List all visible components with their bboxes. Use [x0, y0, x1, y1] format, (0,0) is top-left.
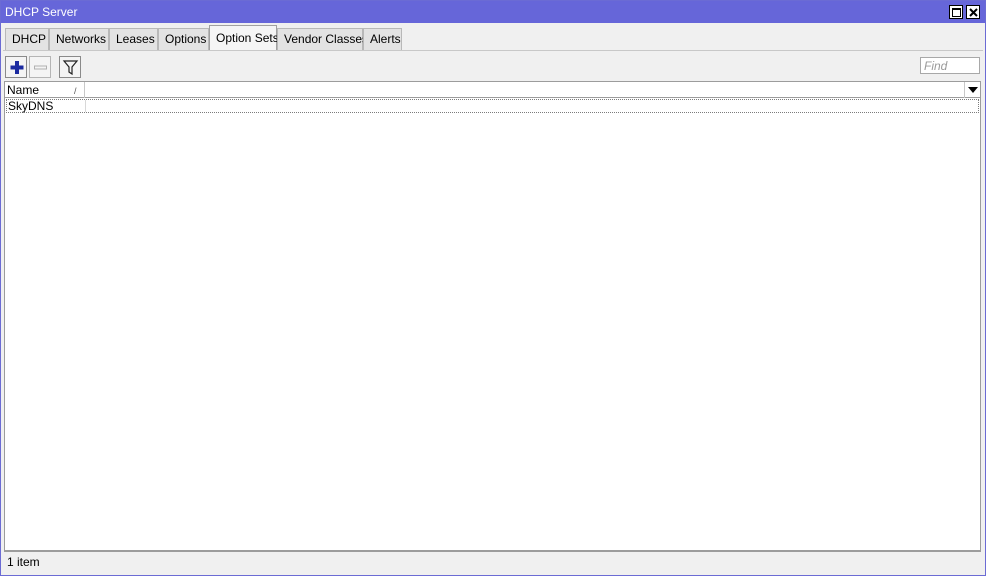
remove-button[interactable] — [29, 56, 51, 78]
table-header: Name / — [5, 82, 980, 98]
close-button[interactable] — [966, 5, 980, 19]
add-button[interactable] — [5, 56, 27, 78]
tab-dhcp[interactable]: DHCP — [5, 28, 49, 50]
close-icon — [969, 8, 978, 17]
tab-vendor-classes[interactable]: Vendor Classes — [277, 28, 368, 50]
minus-icon — [34, 65, 47, 70]
tab-networks[interactable]: Networks — [49, 28, 109, 50]
maximize-icon — [952, 8, 961, 17]
triangle-down-icon — [968, 87, 978, 93]
tab-option-sets[interactable]: Option Sets — [209, 25, 279, 50]
dhcp-server-window: DHCP Server DHCP Networks Leases Options… — [0, 0, 986, 576]
cell-name: SkyDNS — [7, 100, 86, 112]
filter-icon — [62, 60, 79, 76]
sort-ascending-icon: / — [74, 86, 77, 96]
item-count: 1 item — [7, 555, 40, 569]
table-row[interactable]: SkyDNS — [6, 99, 979, 113]
title-bar[interactable]: DHCP Server — [1, 1, 985, 23]
find-input[interactable] — [920, 57, 980, 74]
status-bar: 1 item — [4, 551, 981, 571]
tab-options[interactable]: Options — [158, 28, 209, 50]
window-title: DHCP Server — [5, 5, 78, 19]
plus-icon — [10, 61, 24, 74]
filter-button[interactable] — [59, 56, 81, 78]
column-header-label: Name — [7, 83, 40, 97]
tab-alerts[interactable]: Alerts — [363, 28, 402, 50]
maximize-button[interactable] — [949, 5, 963, 19]
column-menu-button[interactable] — [964, 82, 980, 98]
option-sets-table: Name / SkyDNS — [4, 81, 981, 551]
column-header-name[interactable]: Name / — [5, 82, 85, 98]
tab-leases[interactable]: Leases — [109, 28, 158, 50]
